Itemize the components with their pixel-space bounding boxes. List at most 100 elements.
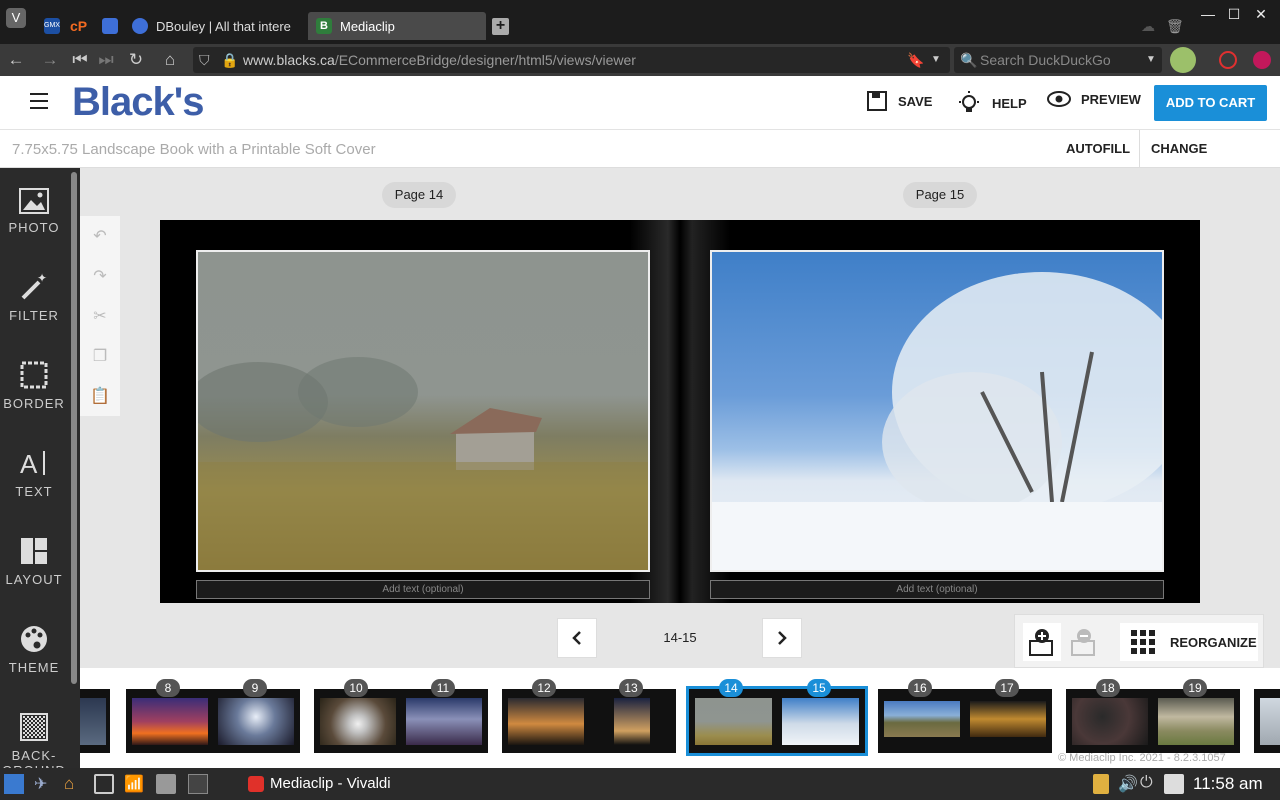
remove-page-icon	[1071, 629, 1095, 656]
search-input[interactable]: 🔍 Search DuckDuckGo ▼	[954, 47, 1162, 73]
page-tools-panel: REORGANIZE	[1014, 614, 1264, 668]
bookmark-icon[interactable]: 🔖	[907, 47, 924, 73]
os-taskbar: ✈ ⌂ 📶 Mediaclip - Vivaldi 🔊 ⏻ 11:58 am	[0, 768, 1280, 800]
border-icon	[20, 361, 48, 389]
thumbnail-spread-18-19[interactable]: 18 19	[1066, 679, 1240, 753]
power-icon[interactable]: ⏻	[1140, 774, 1160, 794]
thumbnail-spread-10-11[interactable]: 10 11	[314, 679, 488, 753]
add-to-cart-button[interactable]: ADD TO CART	[1154, 85, 1267, 121]
tab-cpanel[interactable]: cP	[62, 12, 94, 40]
home-folder-icon[interactable]: ⌂	[64, 774, 84, 794]
sidebar-scrollbar[interactable]	[71, 172, 77, 684]
change-product-button[interactable]: CHANGE PRODUCT	[1141, 130, 1280, 194]
sidebar-item-border[interactable]: BORDER	[0, 360, 68, 411]
grid-icon	[1131, 630, 1155, 654]
tab-dbouley[interactable]: DBouley | All that intere	[124, 12, 304, 40]
rewind-icon[interactable]: ⏮	[70, 50, 90, 70]
copy-icon[interactable]: ❐	[80, 336, 120, 376]
network-icon[interactable]: 📶	[124, 774, 144, 794]
back-icon[interactable]: ←	[6, 50, 26, 70]
redo-icon[interactable]: ↷	[80, 256, 120, 296]
text-icon: A	[20, 449, 45, 478]
book-spread: Add text (optional) Add text (optional)	[160, 220, 1200, 603]
start-menu-icon[interactable]	[4, 774, 24, 794]
tab-mediaclip[interactable]: B Mediaclip	[308, 12, 486, 40]
cloud-icon: ☁	[1141, 18, 1155, 34]
help-button[interactable]: HELP	[956, 90, 1027, 116]
chevron-right-icon	[778, 631, 787, 645]
photo-frosted-trees[interactable]	[710, 250, 1164, 572]
sidebar-item-background[interactable]: BACK-GROUND	[0, 712, 68, 768]
previous-page-button[interactable]	[557, 618, 597, 658]
hamburger-menu-icon[interactable]	[30, 93, 48, 109]
volume-icon[interactable]: 🔊	[1118, 774, 1138, 794]
blacks-favicon-icon: B	[316, 18, 332, 34]
search-icon: 🔍	[960, 52, 978, 68]
caption-left[interactable]: Add text (optional)	[196, 580, 650, 599]
paper-plane-icon[interactable]: ✈	[34, 774, 54, 794]
product-title: 7.75x5.75 Landscape Book with a Printabl…	[12, 141, 376, 158]
thumbnail-spread-partial[interactable]	[80, 689, 110, 753]
tab-mail[interactable]	[94, 12, 126, 40]
forward-icon[interactable]: →	[40, 50, 60, 70]
maximize-icon[interactable]: ☐	[1226, 6, 1242, 23]
extension-icon[interactable]	[1253, 51, 1271, 69]
reload-icon[interactable]: ↻	[126, 50, 146, 70]
search-dropdown-icon[interactable]: ▼	[1146, 47, 1156, 73]
minimize-icon[interactable]: —	[1200, 6, 1216, 22]
save-icon	[867, 91, 887, 111]
sidebar-item-layout[interactable]: LAYOUT	[0, 536, 68, 587]
browser-tab-bar: V GMX cP DBouley | All that intere B Med…	[0, 0, 1280, 44]
terminal-icon[interactable]	[94, 774, 114, 794]
reorganize-button[interactable]: REORGANIZE	[1120, 623, 1258, 661]
thumbnail-spread-partial-right[interactable]	[1254, 689, 1280, 753]
url-field[interactable]: ⛉ 🔒 www.blacks.ca/ECommerceBridge/design…	[193, 47, 950, 73]
undo-icon[interactable]: ↶	[80, 216, 120, 256]
thumbnail-spread-16-17[interactable]: 16 17	[878, 679, 1052, 753]
vivaldi-icon	[132, 18, 148, 34]
sidebar-item-text[interactable]: A TEXT	[0, 448, 68, 499]
lightbulb-icon	[959, 91, 979, 112]
sidebar-item-photo[interactable]: PHOTO	[0, 188, 68, 235]
block-icon[interactable]	[1219, 51, 1237, 69]
vivaldi-menu-icon[interactable]: V	[6, 8, 26, 28]
avatar[interactable]	[1170, 47, 1196, 73]
url-dropdown-icon[interactable]: ▼	[931, 47, 941, 73]
next-page-button[interactable]	[762, 618, 802, 658]
thumbnail-spread-14-15[interactable]: 14 15	[686, 679, 868, 756]
photo-icon	[19, 188, 49, 214]
thumbnail-spread-12-13[interactable]: 12 13	[502, 679, 676, 753]
tools-sidebar: PHOTO ✦ FILTER BORDER A TEXT LAYOUT THEM…	[0, 168, 80, 768]
sidebar-item-filter[interactable]: ✦ FILTER	[0, 272, 68, 323]
add-page-icon	[1029, 629, 1053, 656]
paste-icon[interactable]: 📋	[80, 376, 120, 416]
close-window-icon[interactable]: ✕	[1253, 6, 1269, 23]
printer-icon[interactable]	[1164, 774, 1184, 794]
preview-button[interactable]: PREVIEW	[1047, 90, 1141, 108]
autofill-button[interactable]: AUTOFILL	[1056, 130, 1140, 168]
sidebar-item-theme[interactable]: THEME	[0, 624, 68, 675]
new-tab-icon[interactable]: +	[492, 18, 509, 35]
product-bar: 7.75x5.75 Landscape Book with a Printabl…	[0, 130, 1280, 194]
clock: 11:58 am	[1193, 774, 1263, 793]
trash-icon[interactable]: 🗑	[1166, 18, 1184, 35]
console-icon[interactable]	[188, 774, 208, 794]
chevron-left-icon	[572, 631, 581, 645]
blacks-logo[interactable]: Black's	[72, 80, 204, 125]
file-manager-icon[interactable]	[156, 774, 176, 794]
add-page-button[interactable]	[1023, 623, 1061, 661]
remove-page-button[interactable]	[1065, 623, 1103, 661]
taskbar-window-vivaldi[interactable]: Mediaclip - Vivaldi	[248, 775, 391, 792]
photo-foggy-barn[interactable]	[196, 250, 650, 572]
palette-icon	[21, 626, 47, 652]
svg-text:A: A	[20, 449, 38, 478]
thumbnail-spread-8-9[interactable]: 8 9	[126, 679, 300, 753]
fast-forward-icon[interactable]: ⏭	[96, 50, 116, 70]
home-icon[interactable]: ⌂	[160, 50, 180, 70]
cut-icon[interactable]: ✂	[80, 296, 120, 336]
shield-icon: ⛉	[199, 52, 210, 68]
save-button[interactable]: SAVE	[866, 90, 932, 112]
keyboard-layout-icon[interactable]	[1093, 774, 1109, 794]
eye-icon	[1047, 91, 1071, 107]
caption-right[interactable]: Add text (optional)	[710, 580, 1164, 599]
